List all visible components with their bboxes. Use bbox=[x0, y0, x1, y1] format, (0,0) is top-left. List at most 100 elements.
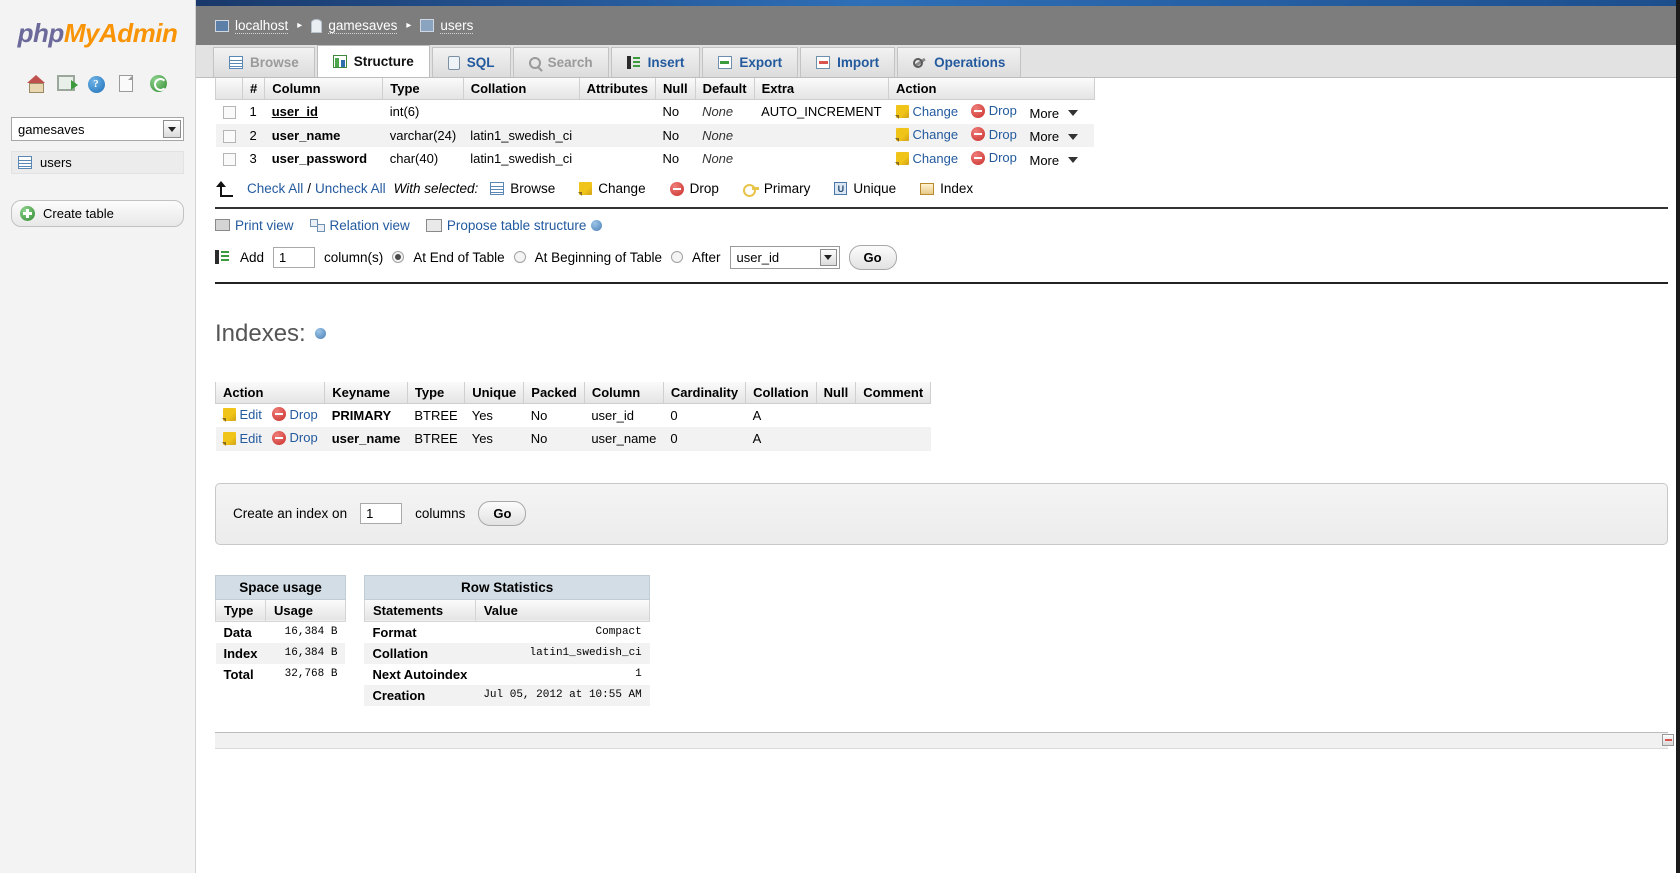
pencil-icon bbox=[578, 182, 593, 196]
row-change-action[interactable]: Change bbox=[894, 127, 959, 142]
create-table-button[interactable]: Create table bbox=[11, 200, 184, 227]
uncheck-all-link[interactable]: Uncheck All bbox=[315, 181, 386, 196]
docs-icon[interactable] bbox=[118, 75, 139, 95]
table-row: 3 user_password char(40) latin1_swedish_… bbox=[215, 147, 1095, 171]
create-index-columns-input[interactable] bbox=[360, 503, 403, 524]
chevron-down-icon[interactable] bbox=[163, 120, 181, 138]
row-checkbox-cell[interactable] bbox=[215, 147, 243, 171]
add-column-count-input[interactable] bbox=[273, 246, 316, 268]
info-icon[interactable] bbox=[591, 219, 603, 231]
radio-at-end-of-table[interactable] bbox=[392, 251, 405, 263]
table-icon bbox=[420, 19, 435, 32]
chevron-down-icon[interactable] bbox=[1068, 133, 1079, 140]
row-more-action[interactable]: More bbox=[1030, 106, 1079, 121]
index-edit-label[interactable]: Edit bbox=[240, 431, 262, 446]
chevron-down-icon[interactable] bbox=[1068, 110, 1079, 116]
index-cardinality: 0 bbox=[663, 403, 746, 427]
bulk-unique-button[interactable]: U Unique bbox=[834, 181, 896, 196]
breadcrumb-server-link[interactable]: localhost bbox=[235, 18, 289, 34]
row-drop-label[interactable]: Drop bbox=[989, 150, 1017, 165]
index-drop-label[interactable]: Drop bbox=[290, 407, 318, 422]
row-checkbox[interactable] bbox=[222, 106, 236, 120]
reload-icon[interactable] bbox=[149, 75, 170, 95]
row-action-cell: Change Drop More bbox=[888, 123, 1095, 147]
breadcrumb-table[interactable]: users bbox=[420, 18, 474, 34]
row-more-action[interactable]: More bbox=[1030, 129, 1079, 144]
sidebar-item-users[interactable]: users bbox=[11, 151, 184, 174]
chevron-down-icon[interactable] bbox=[1068, 157, 1079, 163]
tab-insert-label: Insert bbox=[647, 55, 685, 70]
index-edit-label[interactable]: Edit bbox=[240, 407, 262, 422]
tab-insert[interactable]: Insert bbox=[610, 47, 701, 77]
breadcrumb-database-link[interactable]: gamesaves bbox=[328, 18, 398, 34]
collapse-icon[interactable] bbox=[1662, 733, 1674, 746]
bulk-browse-button[interactable]: Browse bbox=[490, 181, 555, 196]
tab-operations[interactable]: Operations bbox=[897, 47, 1022, 77]
bulk-index-button[interactable]: Index bbox=[920, 181, 973, 196]
breadcrumb-server[interactable]: localhost bbox=[215, 18, 289, 34]
breadcrumb-database[interactable]: gamesaves bbox=[311, 18, 398, 34]
tab-export[interactable]: Export bbox=[702, 47, 799, 77]
logout-icon[interactable] bbox=[56, 75, 78, 95]
tab-structure-label: Structure bbox=[353, 54, 414, 69]
row-drop-action[interactable]: Drop bbox=[970, 127, 1017, 142]
index-drop-action[interactable]: Drop bbox=[271, 430, 318, 445]
bulk-drop-button[interactable]: Drop bbox=[669, 181, 719, 196]
row-more-action[interactable]: More bbox=[1030, 153, 1079, 168]
row-change-action[interactable]: Change bbox=[894, 151, 959, 166]
indexes-title: Indexes: bbox=[215, 319, 306, 347]
check-all-link[interactable]: Check All bbox=[247, 181, 303, 196]
print-view-label[interactable]: Print view bbox=[235, 218, 294, 233]
structure-table-header-row: # Column Type Collation Attributes Null … bbox=[215, 78, 1095, 100]
row-drop-action[interactable]: Drop bbox=[970, 150, 1017, 165]
print-view-button[interactable]: Print view bbox=[215, 218, 294, 233]
divider bbox=[215, 281, 1668, 284]
bulk-primary-button[interactable]: Primary bbox=[742, 181, 810, 197]
row-drop-action[interactable]: Drop bbox=[970, 103, 1017, 118]
row-checkbox-cell[interactable] bbox=[215, 99, 243, 124]
after-column-select[interactable]: user_id bbox=[729, 245, 840, 269]
tab-structure[interactable]: Structure bbox=[316, 45, 430, 77]
index-drop-action[interactable]: Drop bbox=[271, 407, 318, 422]
row-drop-label[interactable]: Drop bbox=[989, 103, 1017, 118]
tab-import[interactable]: Import bbox=[800, 47, 896, 77]
create-index-go-button[interactable]: Go bbox=[478, 501, 527, 526]
info-icon[interactable] bbox=[314, 328, 326, 339]
chevron-down-icon[interactable] bbox=[819, 248, 837, 266]
row-checkbox[interactable] bbox=[222, 153, 236, 167]
relation-icon bbox=[309, 218, 325, 232]
tab-sql[interactable]: SQL bbox=[431, 47, 511, 77]
breadcrumb-table-link[interactable]: users bbox=[440, 18, 474, 34]
radio-after-column[interactable] bbox=[670, 251, 683, 263]
row-statistics-caption-row: Row Statistics bbox=[363, 574, 651, 600]
row-change-action[interactable]: Change bbox=[894, 104, 959, 119]
row-change-label[interactable]: Change bbox=[913, 127, 959, 142]
row-checkbox-cell[interactable] bbox=[215, 123, 243, 147]
index-edit-action[interactable]: Edit bbox=[221, 407, 262, 422]
database-select[interactable]: gamesaves bbox=[11, 117, 184, 141]
structure-icon bbox=[332, 55, 347, 68]
tab-browse[interactable]: Browse bbox=[213, 47, 315, 77]
row-change-label[interactable]: Change bbox=[913, 151, 959, 166]
browse-icon bbox=[229, 56, 243, 69]
row-change-label[interactable]: Change bbox=[913, 104, 959, 119]
tab-search[interactable]: Search bbox=[512, 47, 609, 77]
logo[interactable]: phpMyAdmin bbox=[0, 0, 195, 53]
relation-view-label[interactable]: Relation view bbox=[330, 218, 410, 233]
space-usage-header-row: Type Usage bbox=[215, 598, 346, 622]
row-extra bbox=[754, 123, 889, 147]
radio-at-beginning-of-table[interactable] bbox=[513, 251, 526, 263]
row-checkbox[interactable] bbox=[222, 129, 236, 143]
propose-structure-button[interactable]: Propose table structure bbox=[425, 218, 603, 233]
index-edit-action[interactable]: Edit bbox=[221, 431, 262, 446]
bulk-change-button[interactable]: Change bbox=[578, 181, 646, 196]
index-drop-label[interactable]: Drop bbox=[290, 430, 318, 445]
add-columns-go-button[interactable]: Go bbox=[848, 244, 897, 270]
structure-th-num: # bbox=[241, 78, 266, 100]
home-icon[interactable] bbox=[26, 75, 46, 95]
row-drop-label[interactable]: Drop bbox=[989, 127, 1017, 142]
propose-structure-label[interactable]: Propose table structure bbox=[447, 218, 587, 233]
relation-view-button[interactable]: Relation view bbox=[309, 218, 410, 233]
index-action-cell: Edit Drop bbox=[215, 427, 325, 451]
help-icon[interactable]: ? bbox=[87, 75, 108, 95]
